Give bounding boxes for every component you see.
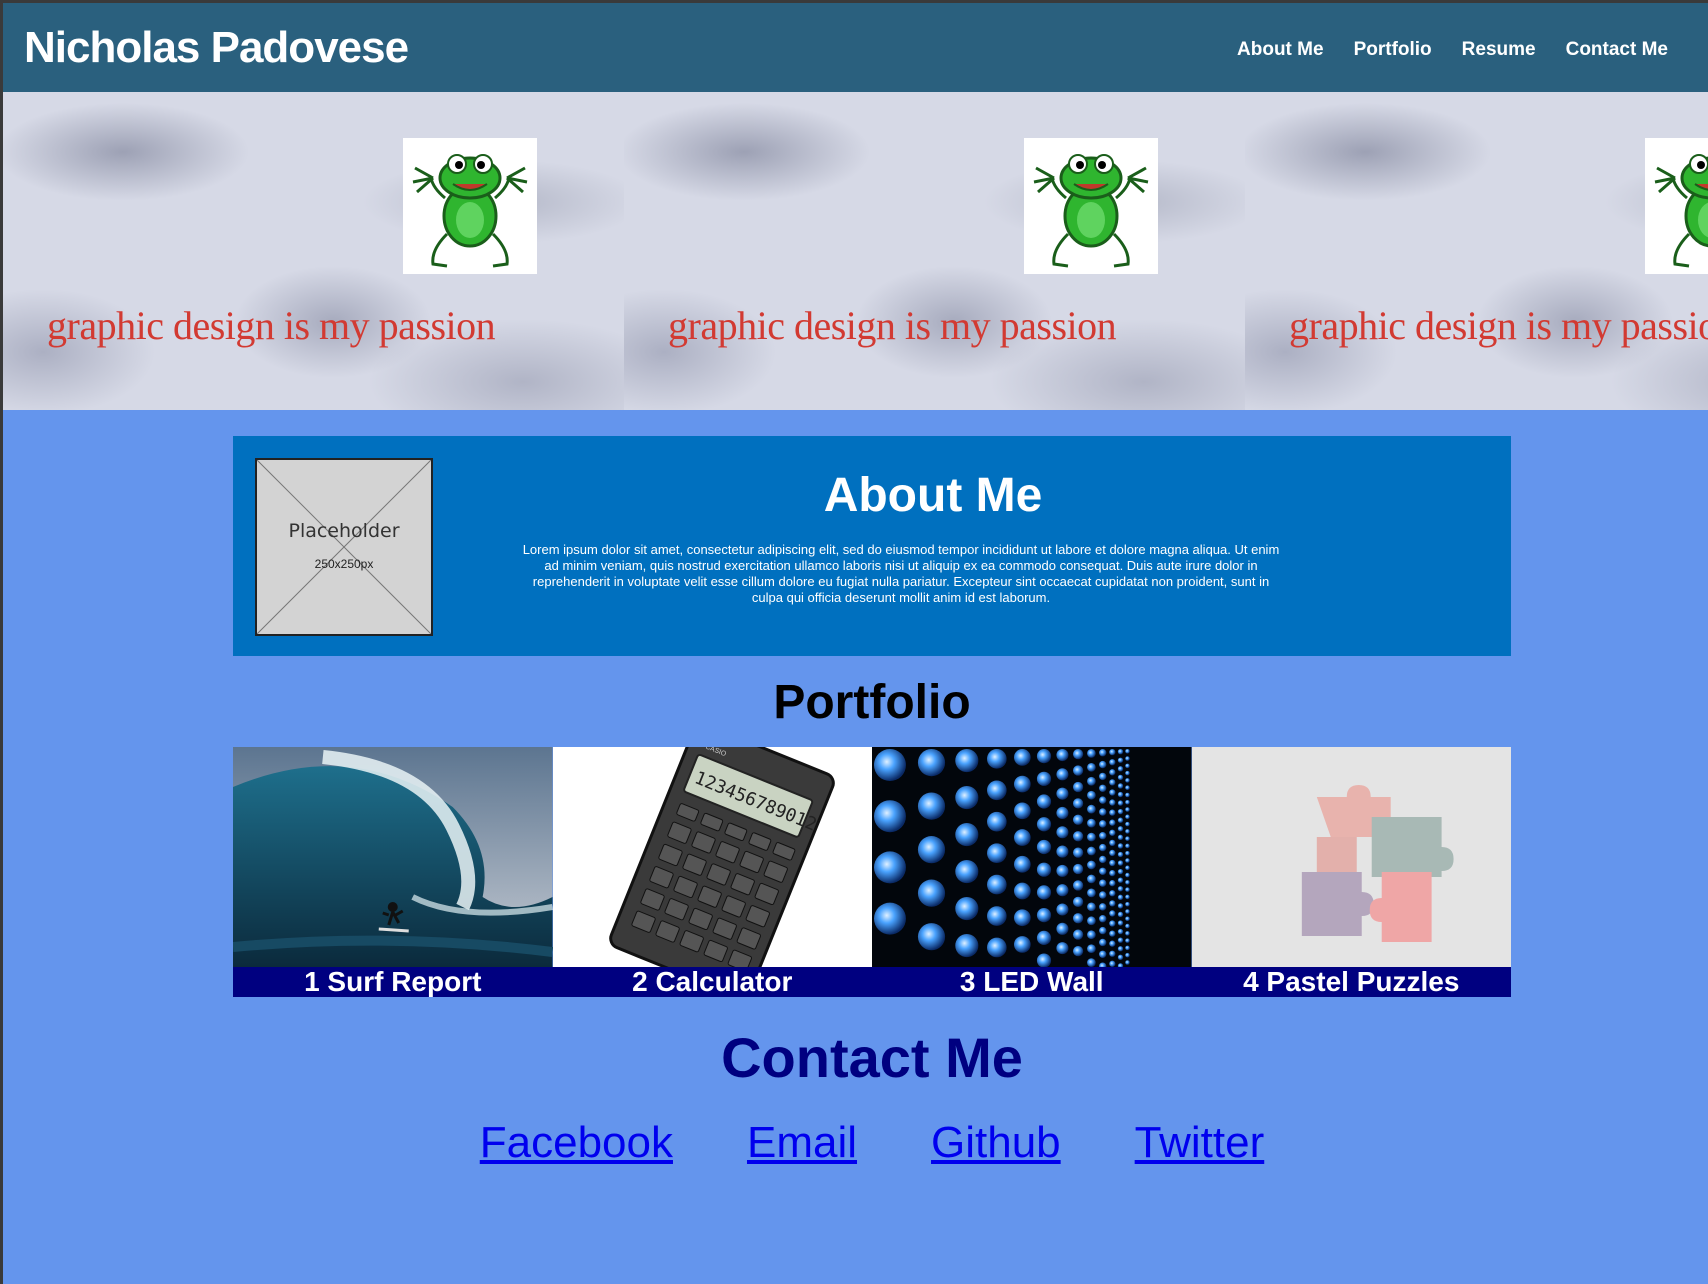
hero-tagline: graphic design is my passion — [1289, 303, 1708, 348]
nav-portfolio[interactable]: Portfolio — [1354, 39, 1432, 61]
portfolio-caption: 2 Calculator — [552, 967, 872, 997]
portfolio-caption: 3 LED Wall — [872, 967, 1192, 997]
placeholder-size: 250x250px — [314, 557, 374, 571]
hero-tagline: graphic design is my passion — [668, 303, 1117, 348]
surf-wave-image — [233, 747, 553, 967]
frog-icon — [1024, 138, 1158, 274]
hero-tile: graphic design is my passion — [624, 92, 1245, 410]
nav-contact-me[interactable]: Contact Me — [1566, 39, 1668, 61]
twitter-link[interactable]: Twitter — [1135, 1118, 1265, 1168]
about-text: Lorem ipsum dolor sit amet, consectetur … — [522, 542, 1280, 605]
github-link[interactable]: Github — [931, 1118, 1061, 1168]
frog-icon — [403, 138, 537, 274]
page: Nicholas Padovese About Me Portfolio Res… — [3, 3, 1708, 1284]
portfolio-gallery: 1 Surf Report 123456789012 CASIO 2 Calcu… — [233, 747, 1511, 997]
hero-tile: graphic design is my passion — [3, 92, 624, 410]
portfolio-heading: Portfolio — [773, 676, 971, 729]
calculator-image: 123456789012 CASIO — [552, 747, 872, 967]
nav-resume[interactable]: Resume — [1462, 39, 1536, 61]
placeholder-label: Placeholder — [288, 520, 400, 542]
frog-icon — [1645, 138, 1708, 274]
puzzle-pieces-image — [1191, 747, 1511, 967]
main-nav: About Me Portfolio Resume Contact Me — [1237, 39, 1668, 61]
site-header: Nicholas Padovese About Me Portfolio Res… — [3, 3, 1708, 92]
led-wall-image — [872, 747, 1192, 967]
hero-banner: graphic design is my passion graphic des… — [3, 92, 1708, 410]
portfolio-item-led-wall[interactable]: 3 LED Wall — [872, 747, 1192, 997]
portfolio-caption: 4 Pastel Puzzles — [1191, 967, 1511, 997]
contact-heading: Contact Me — [721, 1026, 1023, 1089]
site-title[interactable]: Nicholas Padovese — [24, 23, 409, 73]
about-section: Placeholder 250x250px About Me Lorem ips… — [233, 436, 1511, 656]
nav-about-me[interactable]: About Me — [1237, 39, 1324, 61]
portfolio-caption: 1 Surf Report — [233, 967, 553, 997]
profile-image-placeholder: Placeholder 250x250px — [255, 458, 433, 636]
portfolio-item-calculator[interactable]: 123456789012 CASIO 2 Calculator — [552, 747, 872, 997]
hero-tile: graphic design is my passion — [1245, 92, 1708, 410]
email-link[interactable]: Email — [747, 1118, 857, 1168]
portfolio-item-surf-report[interactable]: 1 Surf Report — [233, 747, 553, 997]
portfolio-item-pastel-puzzles[interactable]: 4 Pastel Puzzles — [1191, 747, 1511, 997]
contact-links: Facebook Email Github Twitter — [233, 1118, 1511, 1168]
about-heading: About Me — [823, 469, 1043, 522]
hero-tagline: graphic design is my passion — [47, 303, 496, 348]
facebook-link[interactable]: Facebook — [480, 1118, 673, 1168]
